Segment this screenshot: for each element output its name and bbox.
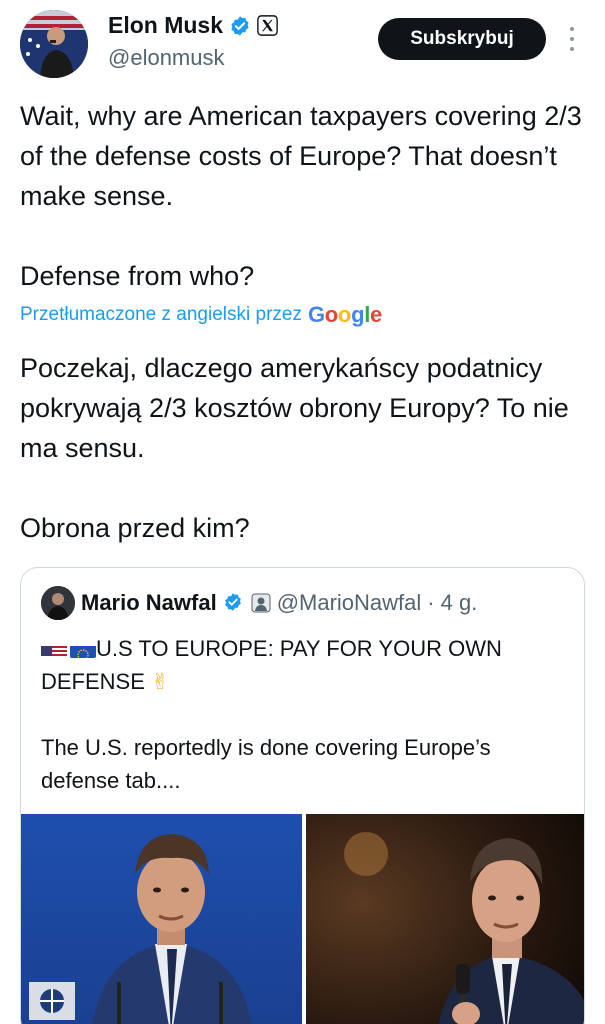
quoted-author-avatar[interactable] [41, 586, 75, 620]
quoted-header: Mario Nawfal @MarioNawfal · 4 g. [41, 586, 477, 620]
tweet-header: Elon Musk @elonmusk Subskrybuj [0, 0, 605, 90]
quoted-author-handle[interactable]: @MarioNawfal [277, 590, 422, 616]
quoted-tweet[interactable]: Mario Nawfal @MarioNawfal · 4 g. U.S TO … [20, 567, 585, 1024]
more-dot [570, 27, 574, 31]
us-flag-icon [41, 640, 67, 658]
quoted-text: U.S TO EUROPE: PAY FOR YOUR OWN DEFENSE … [41, 632, 571, 797]
x-logo-icon[interactable] [257, 15, 278, 36]
quoted-headline-text: U.S TO EUROPE: PAY FOR YOUR OWN DEFENSE [41, 636, 502, 694]
author-name[interactable]: Elon Musk [108, 12, 223, 39]
victory-hand-emoji: ✌ [151, 669, 170, 694]
more-vertical-icon[interactable] [562, 24, 582, 54]
author-avatar[interactable] [20, 10, 88, 78]
tweet-paragraph: Defense from who? [20, 261, 255, 291]
author-handle[interactable]: @elonmusk [108, 45, 225, 71]
quoted-time[interactable]: 4 g. [441, 590, 478, 616]
verified-badge-icon [223, 592, 245, 614]
translated-paragraph: Poczekaj, dlaczego amerykańscy podatnicy… [20, 353, 569, 463]
more-dot [570, 47, 574, 51]
translated-paragraph: Obrona przed kim? [20, 513, 250, 543]
eu-flag-icon [70, 640, 96, 658]
quoted-separator: · [427, 590, 435, 615]
translation-notice-text: Przetłumaczone z angielski przez [20, 304, 302, 325]
quoted-media[interactable] [21, 814, 584, 1024]
author-name-row: Elon Musk [108, 12, 278, 39]
translation-notice[interactable]: Przetłumaczone z angielski przez Google [20, 302, 382, 328]
tweet-text: Wait, why are American taxpayers coverin… [20, 96, 585, 296]
quoted-body: The U.S. reportedly is done covering Eur… [41, 735, 491, 793]
verified-badge-icon [229, 15, 251, 37]
man-speaking-with-microphone-photo[interactable] [305, 814, 584, 1024]
more-dot [570, 37, 574, 41]
tweet-paragraph: Wait, why are American taxpayers coverin… [20, 101, 582, 211]
flag-emojis [41, 640, 96, 658]
translated-tweet-text: Poczekaj, dlaczego amerykańscy podatnicy… [20, 348, 585, 548]
man-in-suit-at-podium-photo[interactable] [21, 814, 302, 1024]
subscribe-button[interactable]: Subskrybuj [378, 18, 546, 60]
quoted-author-name[interactable]: Mario Nawfal [81, 590, 217, 616]
google-logo: Google [307, 302, 382, 327]
affiliate-avatar-icon [251, 593, 271, 613]
quoted-headline: U.S TO EUROPE: PAY FOR YOUR OWN DEFENSE … [41, 632, 571, 698]
